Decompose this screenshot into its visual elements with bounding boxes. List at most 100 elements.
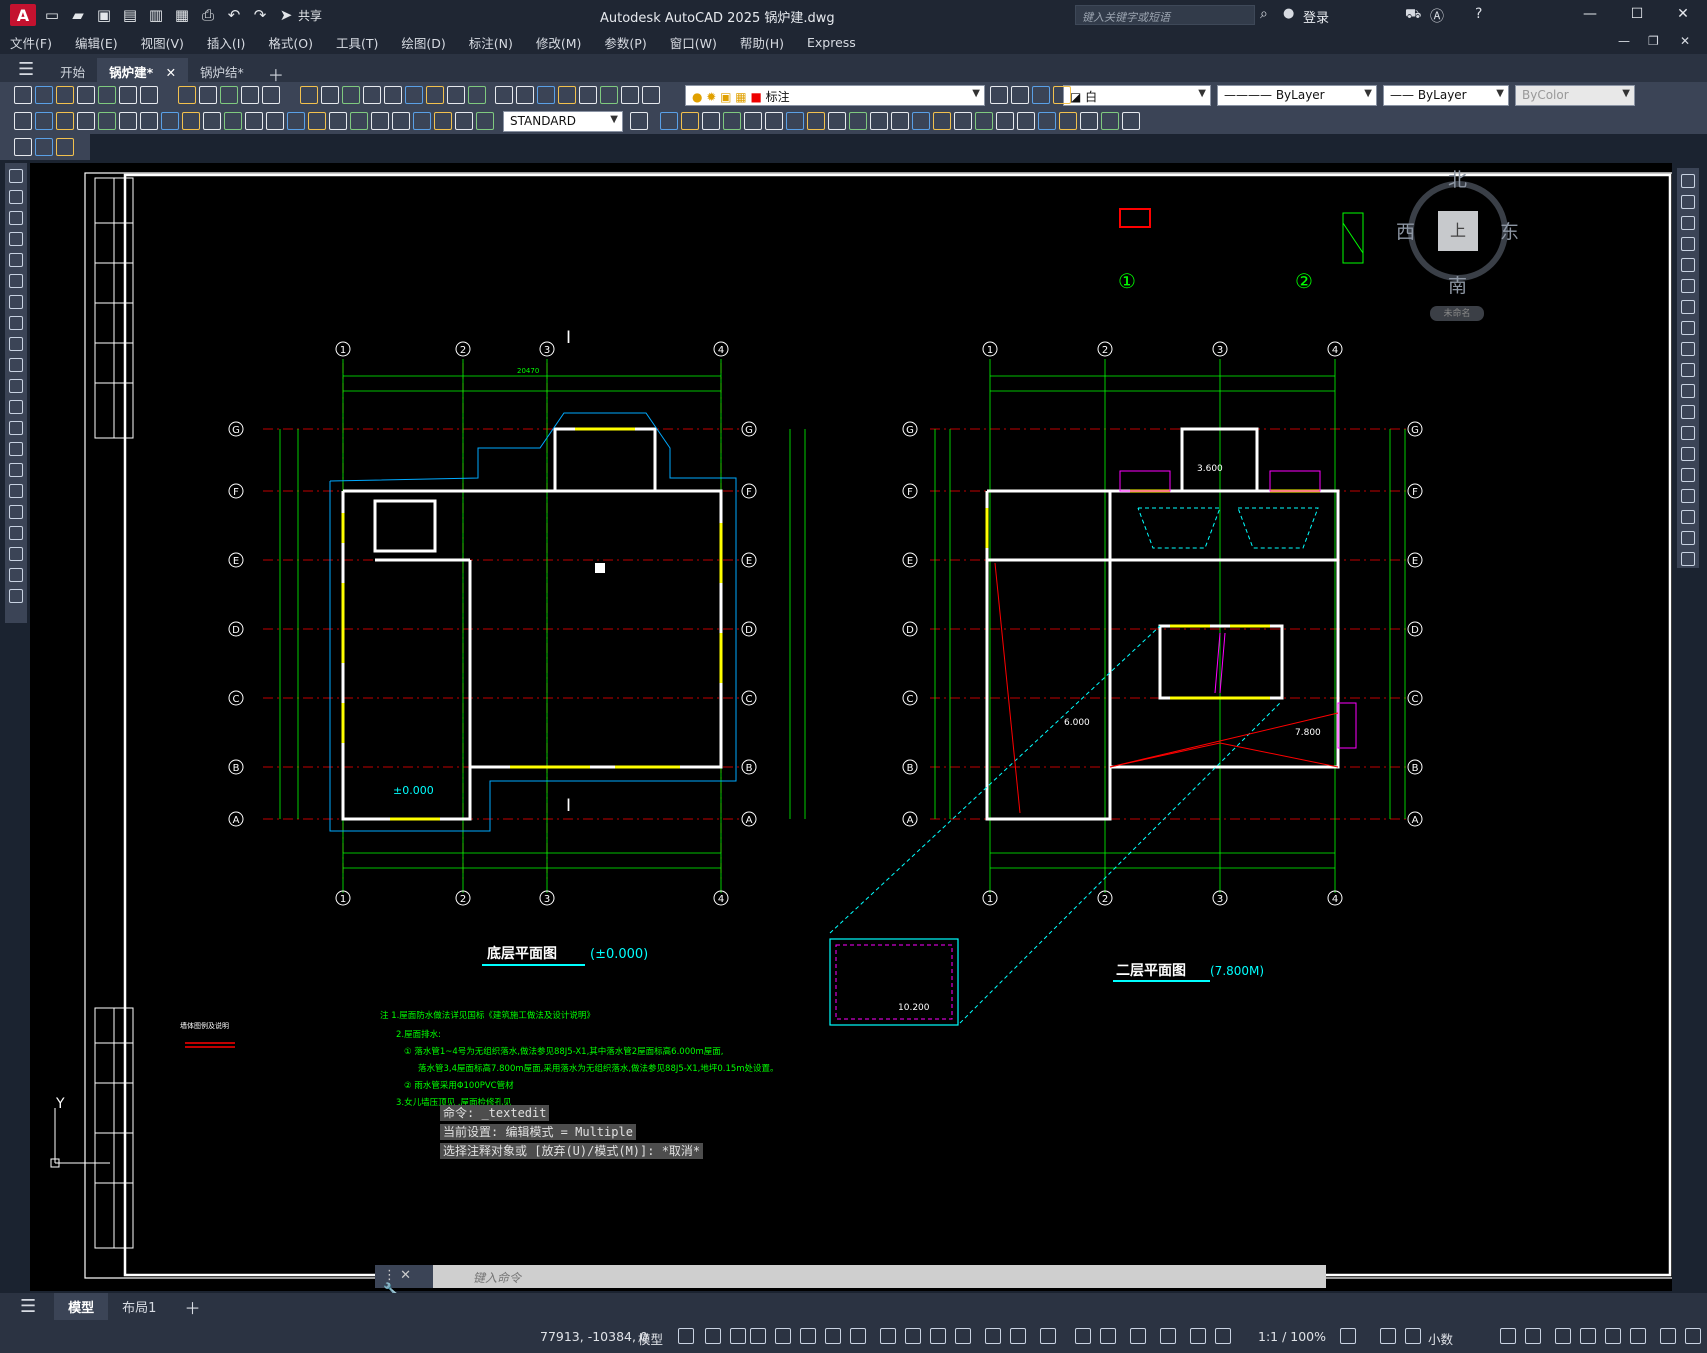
toolbar-tool-icon[interactable] — [912, 112, 930, 130]
status-toggle-icon[interactable] — [905, 1328, 921, 1344]
menu-draw[interactable]: 绘图(D) — [401, 33, 445, 52]
rail-tool-icon[interactable] — [1681, 216, 1695, 230]
viewcube-east[interactable]: 东 — [1500, 217, 1519, 244]
rail-tool-icon[interactable] — [9, 442, 23, 456]
toolbar-tool-icon[interactable] — [849, 112, 867, 130]
ground-floor-plan[interactable]: ±0.000 I I 底层平面图 (±0.000) 20470 — [263, 328, 806, 966]
toolbar-tool-icon[interactable] — [140, 86, 158, 104]
search-icon[interactable]: ⌕ — [1260, 6, 1268, 22]
publish-icon[interactable]: ▦ — [172, 5, 192, 25]
status-toggle-icon[interactable] — [1630, 1328, 1646, 1344]
rail-tool-icon[interactable] — [9, 526, 23, 540]
status-toggle-icon[interactable] — [705, 1328, 721, 1344]
layer-dropdown[interactable]: ● ✹ ▣ ▦ ■ 标注 ▼ — [685, 85, 985, 106]
toolbar-tool-icon[interactable] — [476, 112, 494, 130]
rail-tool-icon[interactable] — [9, 568, 23, 582]
toolbar-tool-icon[interactable] — [1059, 112, 1077, 130]
hamburger-icon[interactable]: ☰ — [0, 57, 48, 82]
toolbar-tool-icon[interactable] — [363, 86, 381, 104]
web-save-icon[interactable]: ▥ — [146, 5, 166, 25]
status-toggle-icon[interactable] — [1010, 1328, 1026, 1344]
toolbar-tool-icon[interactable] — [392, 112, 410, 130]
toolbar-tool-icon[interactable] — [140, 112, 158, 130]
toolbar-tool-icon[interactable] — [807, 112, 825, 130]
toolbar-tool-icon[interactable] — [161, 112, 179, 130]
toolbar-tool-icon[interactable] — [744, 112, 762, 130]
toolbar-tool-icon[interactable] — [1017, 112, 1035, 130]
toolbar-tool-icon[interactable] — [245, 112, 263, 130]
toolbar-tool-icon[interactable] — [342, 86, 360, 104]
toolbar-tool-icon[interactable] — [447, 86, 465, 104]
text-style-dropdown[interactable]: STANDARD ▼ — [503, 111, 623, 132]
toolbar-tool-icon[interactable] — [98, 112, 116, 130]
toolbar-tool-icon[interactable] — [870, 112, 888, 130]
viewcube-south[interactable]: 南 — [1448, 271, 1467, 298]
rail-tool-icon[interactable] — [9, 190, 23, 204]
rail-tool-icon[interactable] — [9, 253, 23, 267]
toolbar-tool-icon[interactable] — [702, 112, 720, 130]
status-toggle-icon[interactable] — [750, 1328, 766, 1344]
toolbar-tool-icon[interactable] — [321, 86, 339, 104]
user-icon[interactable]: ● — [1283, 6, 1294, 21]
toolbar-tool-icon[interactable] — [1032, 86, 1050, 104]
rail-tool-icon[interactable] — [1681, 237, 1695, 251]
rail-tool-icon[interactable] — [9, 358, 23, 372]
menu-dimension[interactable]: 标注(N) — [469, 33, 513, 52]
rail-tool-icon[interactable] — [1681, 300, 1695, 314]
rail-tool-icon[interactable] — [9, 316, 23, 330]
new-tab-button[interactable]: ＋ — [256, 58, 296, 85]
rail-tool-icon[interactable] — [9, 379, 23, 393]
lineweight-dropdown[interactable]: —— ByLayer ▼ — [1383, 85, 1509, 106]
status-toggle-icon[interactable] — [1405, 1328, 1421, 1344]
maximize-button[interactable]: ☐ — [1627, 6, 1647, 24]
tab-boiler-struct[interactable]: 锅炉结* — [188, 58, 256, 82]
toolbar-tool-icon[interactable] — [14, 86, 32, 104]
open-icon[interactable]: ▰ — [68, 5, 88, 25]
rail-tool-icon[interactable] — [1681, 447, 1695, 461]
command-bar-grip[interactable]: ⋮ ✕ 🔧 — [375, 1265, 435, 1298]
drawing-canvas[interactable]: ±0.000 I I 底层平面图 (±0.000) 20470 1 1 2 2 3 3 4 4… — [30, 163, 1672, 1291]
toolbar-tool-icon[interactable] — [203, 112, 221, 130]
toolbar-tool-icon[interactable] — [1053, 86, 1071, 104]
rail-tool-icon[interactable] — [1681, 279, 1695, 293]
rail-tool-icon[interactable] — [9, 547, 23, 561]
toolbar-tool-icon[interactable] — [14, 112, 32, 130]
toolbar-tool-icon[interactable] — [537, 86, 555, 104]
toolbar-tool-icon[interactable] — [308, 112, 326, 130]
toolbar-tool-icon[interactable] — [891, 112, 909, 130]
toolbar-tool-icon[interactable] — [723, 112, 741, 130]
rail-tool-icon[interactable] — [1681, 258, 1695, 272]
toolbar-tool-icon[interactable] — [681, 112, 699, 130]
rail-tool-icon[interactable] — [9, 589, 23, 603]
toolbar-tool-icon[interactable] — [266, 112, 284, 130]
redo-icon[interactable]: ↷ — [250, 5, 270, 25]
status-toggle-icon[interactable] — [930, 1328, 946, 1344]
units-dropdown[interactable]: 小数 — [1428, 1329, 1453, 1348]
status-toggle-icon[interactable] — [1500, 1328, 1516, 1344]
rail-tool-icon[interactable] — [1681, 489, 1695, 503]
rail-tool-icon[interactable] — [1681, 363, 1695, 377]
new-icon[interactable]: ▭ — [42, 5, 62, 25]
doc-minimize-button[interactable]: — — [1618, 34, 1630, 48]
menu-express[interactable]: Express — [807, 35, 856, 50]
undo-icon[interactable]: ↶ — [224, 5, 244, 25]
toolbar-tool-icon[interactable] — [77, 112, 95, 130]
status-toggle-icon[interactable] — [800, 1328, 816, 1344]
rail-tool-icon[interactable] — [1681, 510, 1695, 524]
doc-restore-button[interactable]: ❐ — [1648, 34, 1659, 48]
toolbar-tool-icon[interactable] — [642, 86, 660, 104]
rail-tool-icon[interactable] — [1681, 195, 1695, 209]
status-toggle-icon[interactable] — [1685, 1328, 1701, 1344]
menu-modify[interactable]: 修改(M) — [536, 33, 582, 52]
status-toggle-icon[interactable] — [955, 1328, 971, 1344]
status-toggle-icon[interactable] — [1605, 1328, 1621, 1344]
rail-tool-icon[interactable] — [1681, 384, 1695, 398]
menu-edit[interactable]: 编辑(E) — [75, 33, 118, 52]
save-icon[interactable]: ▣ — [94, 5, 114, 25]
rail-tool-icon[interactable] — [9, 505, 23, 519]
toolbar-tool-icon[interactable] — [1038, 112, 1056, 130]
rail-tool-icon[interactable] — [1681, 552, 1695, 566]
toolbar-tool-icon[interactable] — [199, 86, 217, 104]
app-menu-button[interactable]: A — [10, 4, 36, 26]
status-toggle-icon[interactable] — [850, 1328, 866, 1344]
